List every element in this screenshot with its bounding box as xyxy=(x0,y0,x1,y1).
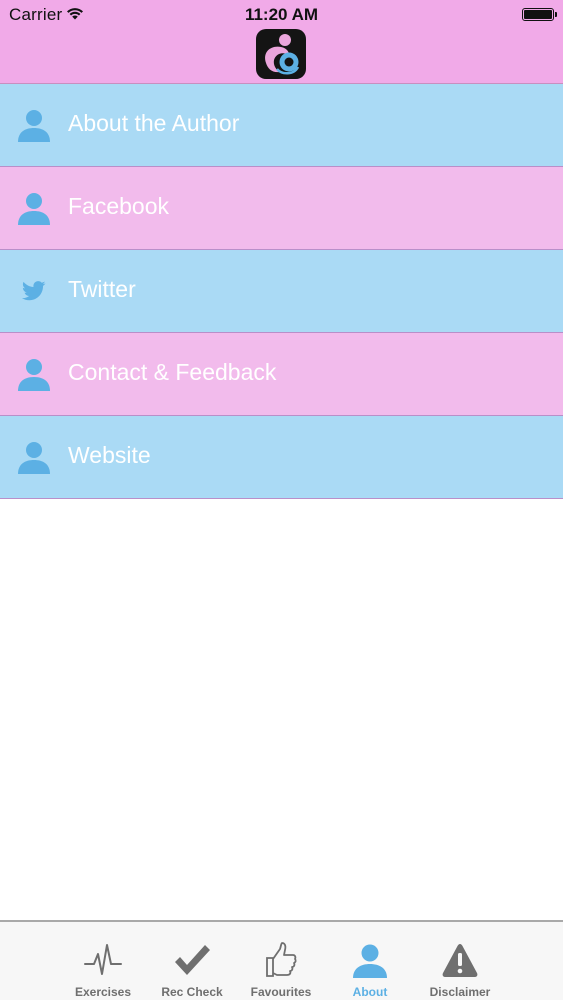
menu-item-label: Facebook xyxy=(68,193,170,219)
heartbeat-icon xyxy=(81,938,125,982)
menu-item-label: Website xyxy=(68,442,151,468)
header: Carrier 11:20 AM xyxy=(0,0,563,84)
warning-icon xyxy=(438,938,482,982)
battery-icon xyxy=(522,8,557,21)
menu-item-label: Contact & Feedback xyxy=(68,359,277,385)
clock: 11:20 AM xyxy=(244,5,319,24)
tab-about[interactable]: About xyxy=(325,922,415,1000)
tab-label: Exercises xyxy=(74,985,132,999)
menu-item-about-the-author[interactable]: About the Author xyxy=(0,84,563,167)
menu-item-website[interactable]: Website xyxy=(0,416,563,499)
person-icon xyxy=(348,938,392,982)
menu-item-twitter[interactable]: Twitter xyxy=(0,250,563,333)
person-icon xyxy=(15,438,53,476)
person-icon xyxy=(15,106,53,144)
twitter-bird-icon xyxy=(15,272,53,310)
checkmark-icon xyxy=(170,938,214,982)
mother-child-logo-icon xyxy=(265,34,300,75)
person-icon xyxy=(15,355,53,393)
menu-item-contact-feedback[interactable]: Contact & Feedback xyxy=(0,333,563,416)
tab-label: About xyxy=(352,985,388,999)
status-bar: Carrier 11:20 AM xyxy=(0,0,563,30)
menu-item-label: Twitter xyxy=(68,276,136,302)
about-menu-list: About the Author Facebook Twitter Contac… xyxy=(0,84,563,499)
menu-item-label: About the Author xyxy=(68,110,240,136)
tab-exercises[interactable]: Exercises xyxy=(58,922,148,1000)
tab-label: Disclaimer xyxy=(429,985,491,999)
tab-disclaimer[interactable]: Disclaimer xyxy=(415,922,505,1000)
tab-rec-check[interactable]: Rec Check xyxy=(147,922,237,1000)
thumbs-up-icon xyxy=(259,938,303,982)
tab-label: Favourites xyxy=(250,985,312,999)
tab-favourites[interactable]: Favourites xyxy=(236,922,326,1000)
app-logo xyxy=(256,29,306,79)
tab-bar: Exercises Rec Check Favourites About Dis… xyxy=(0,920,563,1000)
person-icon xyxy=(15,189,53,227)
tab-label: Rec Check xyxy=(161,985,223,999)
menu-item-facebook[interactable]: Facebook xyxy=(0,167,563,250)
